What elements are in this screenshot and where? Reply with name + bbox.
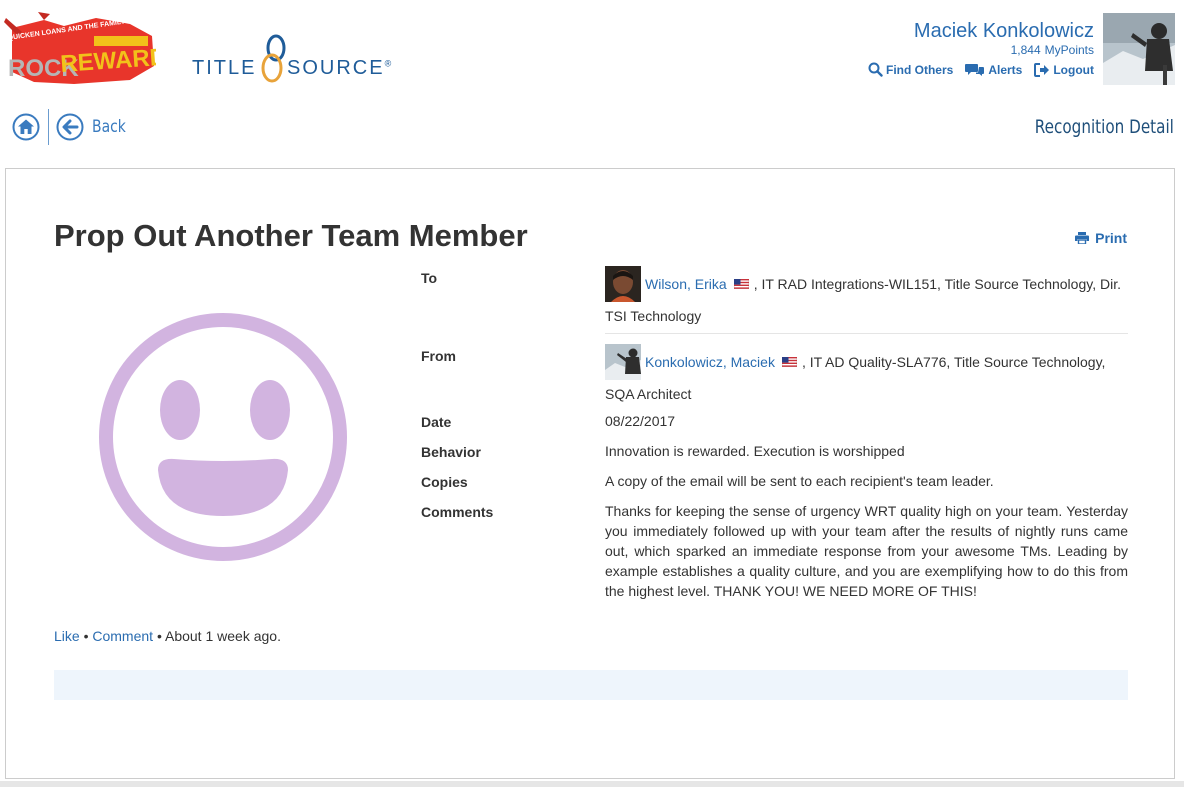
- recipient-desc-line2: TSI Technology: [605, 308, 702, 324]
- copies-label: Copies: [421, 474, 468, 490]
- user-points[interactable]: 1,844 MyPoints: [1011, 43, 1094, 57]
- page-title: Recognition Detail: [1034, 116, 1174, 138]
- nav-divider: [48, 109, 49, 145]
- print-button[interactable]: Print: [1075, 230, 1127, 246]
- date-value: 08/22/2017: [605, 413, 676, 429]
- title-source-logo-part2-text: SOURCE: [287, 57, 385, 79]
- logout-link[interactable]: Logout: [1034, 62, 1094, 77]
- home-icon: [12, 113, 40, 141]
- us-flag-icon: [733, 279, 749, 289]
- alerts-label: Alerts: [988, 62, 1023, 77]
- print-icon: [1075, 232, 1090, 244]
- user-name-link[interactable]: Maciek Konkolowicz: [914, 20, 1094, 43]
- from-label: From: [421, 348, 456, 364]
- points-label: MyPoints: [1044, 43, 1094, 57]
- user-links: Find Others Alerts Logout: [868, 62, 1094, 77]
- comments-value: Thanks for keeping the sense of urgency …: [605, 503, 1128, 599]
- comment-area[interactable]: [54, 670, 1128, 700]
- alerts-link[interactable]: Alerts: [965, 62, 1022, 77]
- title-source-logo[interactable]: TITLE SOURCE®: [190, 34, 395, 84]
- print-label: Print: [1095, 230, 1127, 246]
- find-others-label: Find Others: [885, 62, 954, 77]
- posted-time: About 1 week ago.: [164, 628, 281, 644]
- sender-avatar-icon[interactable]: [605, 344, 641, 380]
- behavior-label: Behavior: [421, 444, 481, 460]
- logout-label: Logout: [1053, 62, 1094, 77]
- sender-desc-line2: SQA Architect: [605, 386, 692, 402]
- title-source-logo-part2: SOURCE®: [287, 57, 393, 80]
- to-person: Wilson, Erika , IT RAD Integrations-WIL1…: [605, 266, 1128, 302]
- copies-value: A copy of the email will be sent to each…: [605, 473, 994, 489]
- title-source-logo-part1: TITLE: [192, 57, 257, 79]
- search-icon: [868, 62, 883, 77]
- points-value: 1,844: [1010, 43, 1041, 57]
- back-label: Back: [92, 117, 126, 137]
- divider: [605, 333, 1128, 334]
- recognition-title: Prop Out Another Team Member: [54, 218, 528, 253]
- home-button[interactable]: [12, 113, 40, 141]
- sender-desc-line1: , IT AD Quality-SLA776, Title Source Tec…: [801, 354, 1106, 370]
- date-label: Date: [421, 414, 452, 430]
- user-avatar-photo-icon: [1103, 13, 1175, 85]
- page-bottom-band: [0, 781, 1184, 787]
- smiley-face-icon: [98, 312, 348, 562]
- to-label: To: [421, 270, 438, 286]
- like-link[interactable]: Like: [54, 628, 80, 644]
- rock-rewards-logo[interactable]: QUICKEN LOANS AND THE FAMILY OF COMPANIE…: [4, 10, 184, 86]
- to-value: Wilson, Erika , IT RAD Integrations-WIL1…: [605, 266, 1128, 326]
- social-actions: Like • Comment • About 1 week ago.: [54, 628, 281, 644]
- avatar[interactable]: [1103, 13, 1175, 85]
- recipient-name-link[interactable]: Wilson, Erika: [645, 274, 727, 294]
- behavior-value: Innovation is rewarded. Execution is wor…: [605, 443, 905, 459]
- back-arrow-icon: [56, 113, 84, 141]
- comments-label: Comments: [421, 504, 494, 520]
- social-separator: •: [79, 628, 93, 644]
- comment-link[interactable]: Comment: [92, 628, 153, 644]
- back-button[interactable]: Back: [56, 113, 133, 141]
- recipient-desc-line1: , IT RAD Integrations-WIL151, Title Sour…: [753, 276, 1121, 292]
- from-value: Konkolowicz, Maciek , IT AD Quality-SLA7…: [605, 344, 1128, 404]
- from-person: Konkolowicz, Maciek , IT AD Quality-SLA7…: [605, 344, 1128, 380]
- sender-name-link[interactable]: Konkolowicz, Maciek: [645, 352, 775, 372]
- us-flag-icon: [781, 357, 797, 367]
- registered-mark: ®: [384, 58, 394, 69]
- recognition-card: Prop Out Another Team Member Print To Wi: [5, 168, 1175, 779]
- find-others-link[interactable]: Find Others: [868, 62, 953, 77]
- alerts-icon: [965, 64, 985, 76]
- social-separator: •: [153, 628, 165, 644]
- logout-icon: [1034, 62, 1050, 77]
- recipient-avatar-icon[interactable]: [605, 266, 641, 302]
